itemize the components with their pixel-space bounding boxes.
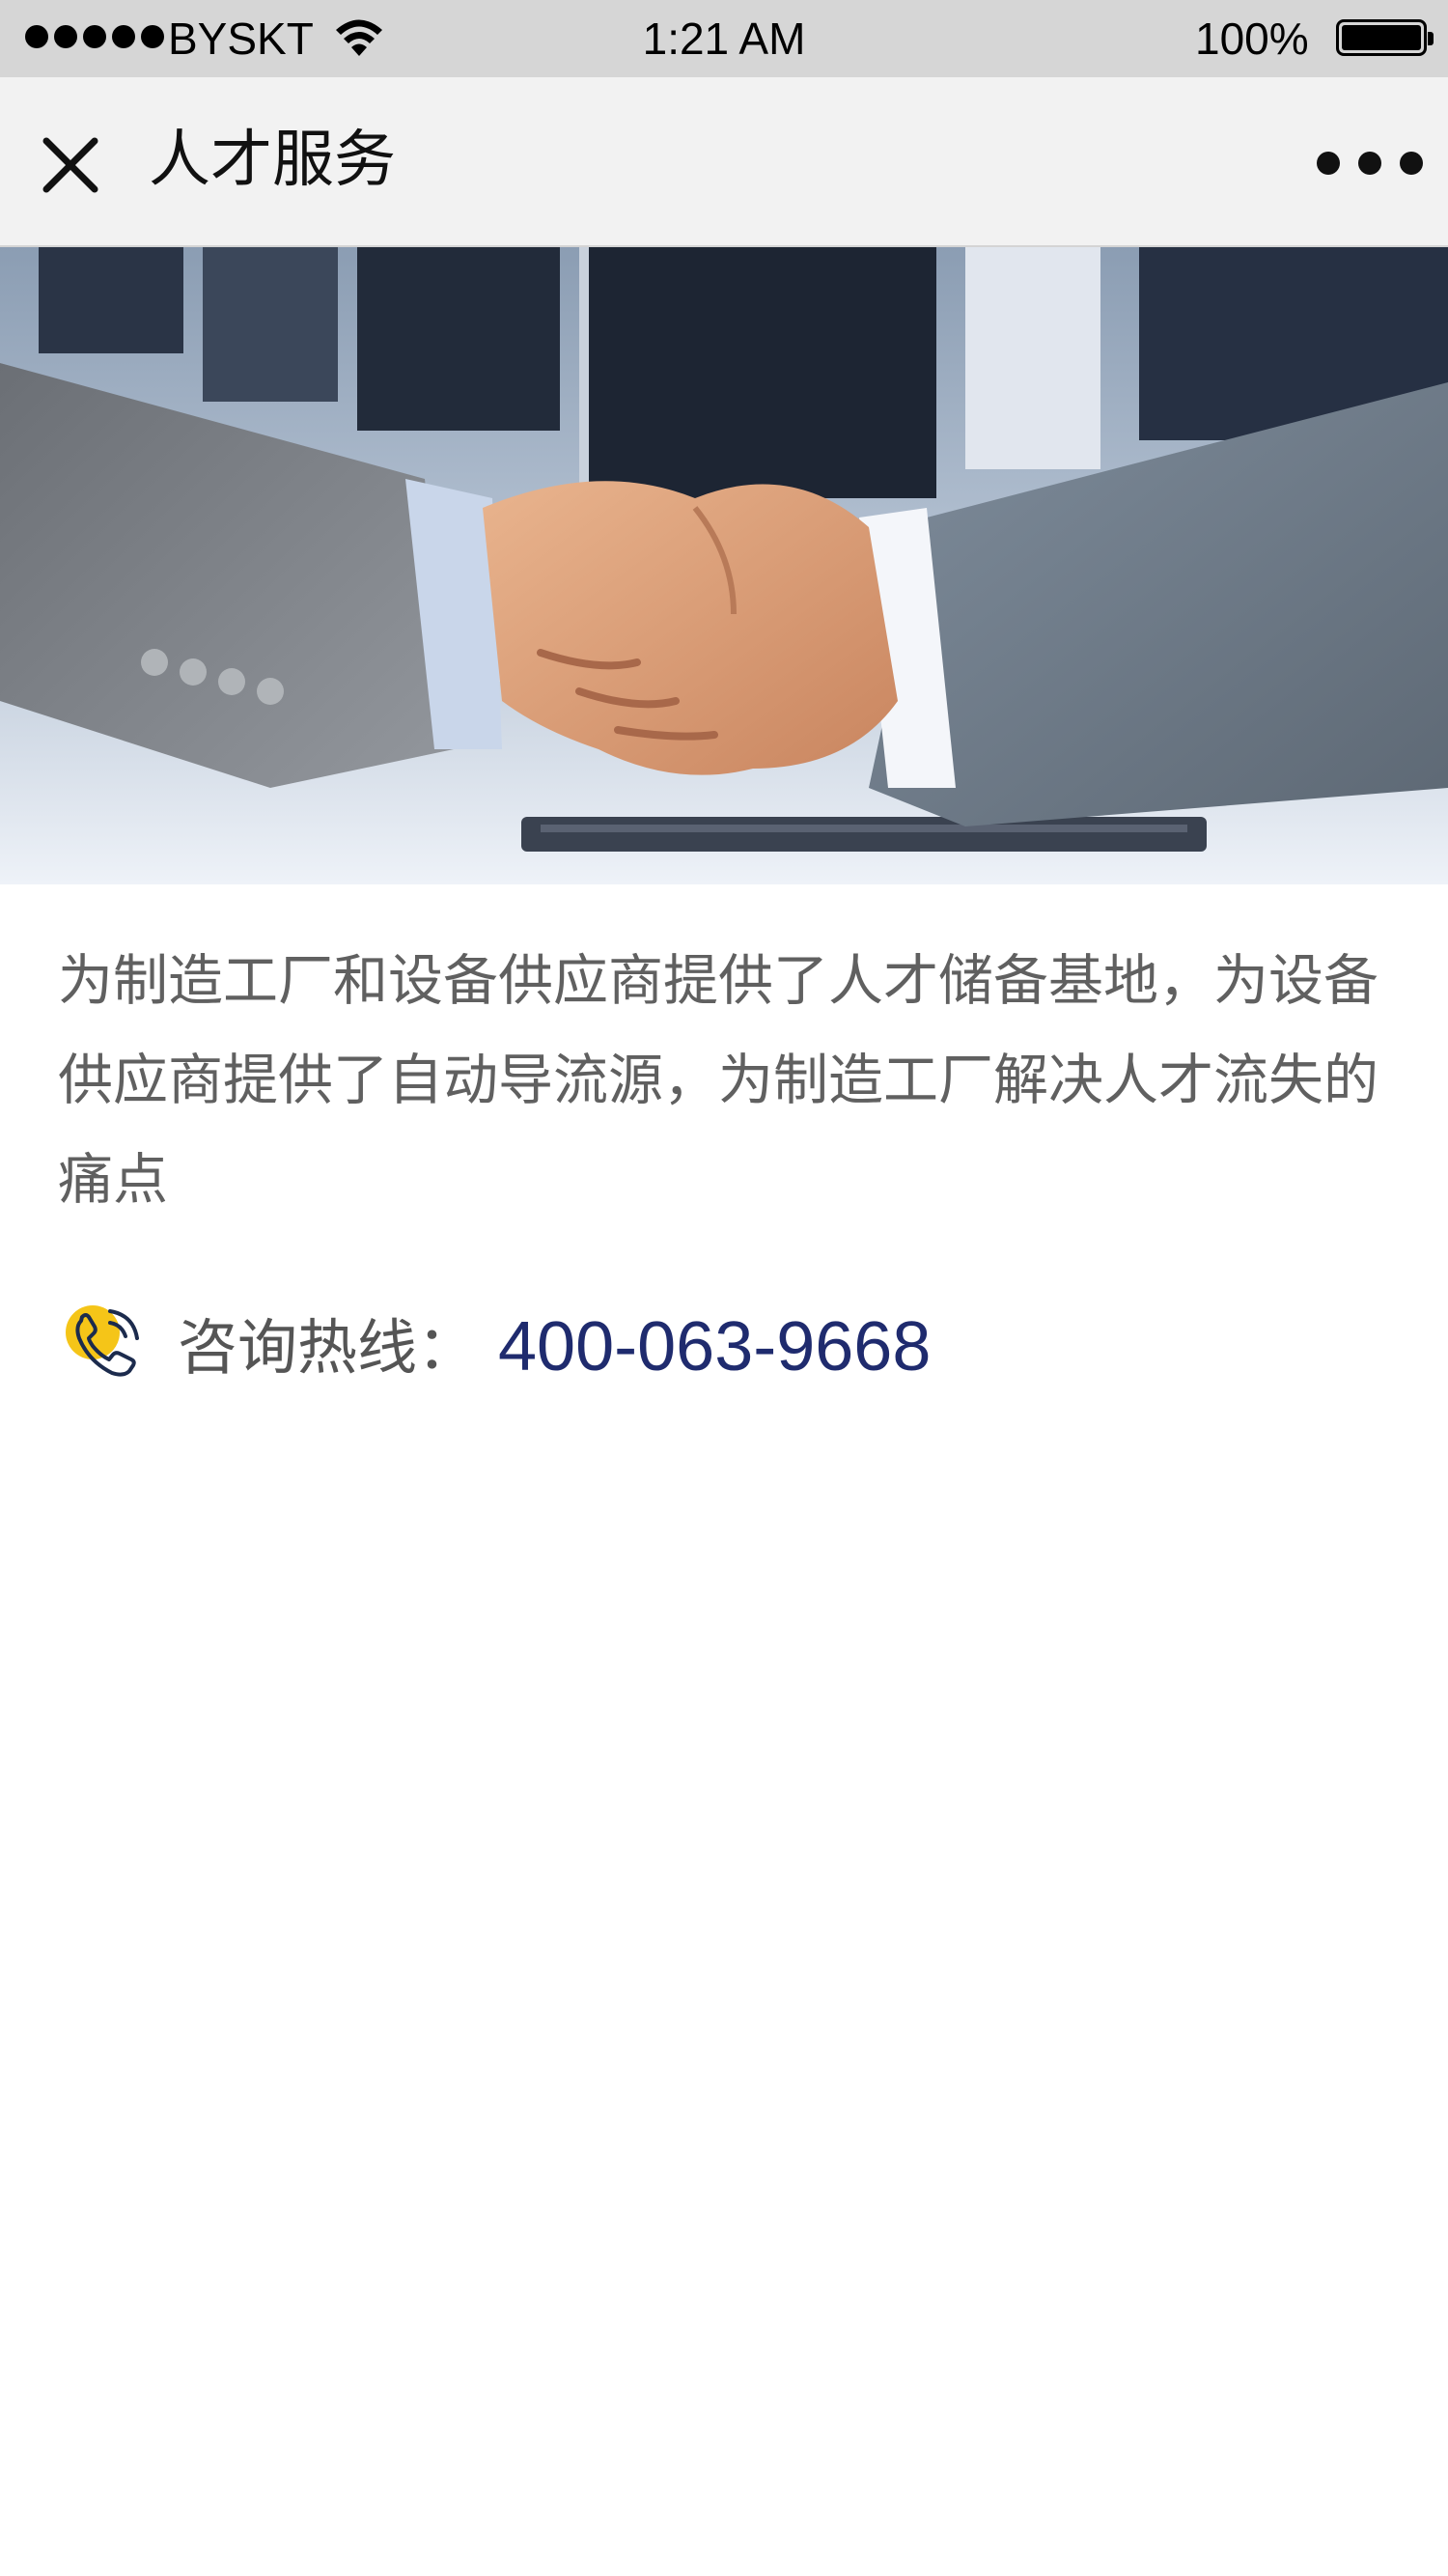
- handshake-banner-image: [0, 247, 1448, 884]
- battery-percentage: 100%: [1195, 14, 1309, 64]
- phone-icon: [66, 1305, 139, 1377]
- navigation-bar: 人才服务: [0, 77, 1448, 247]
- page-title: 人才服务: [149, 125, 396, 196]
- battery-icon: [1336, 19, 1434, 56]
- hotline-label: 咨询热线：: [178, 1312, 478, 1383]
- close-icon[interactable]: [27, 122, 114, 209]
- hotline-number-link[interactable]: 400-063-9668: [498, 1305, 931, 1388]
- more-options-icon[interactable]: [1317, 139, 1423, 187]
- hotline-row: 咨询热线： 400-063-9668: [62, 1294, 1413, 1400]
- service-description: 为制造工厂和设备供应商提供了人才储备基地，为设备供应商提供了自动导流源，为制造工…: [58, 949, 1378, 1212]
- status-bar: BYSKT 1:21 AM 100%: [0, 0, 1448, 77]
